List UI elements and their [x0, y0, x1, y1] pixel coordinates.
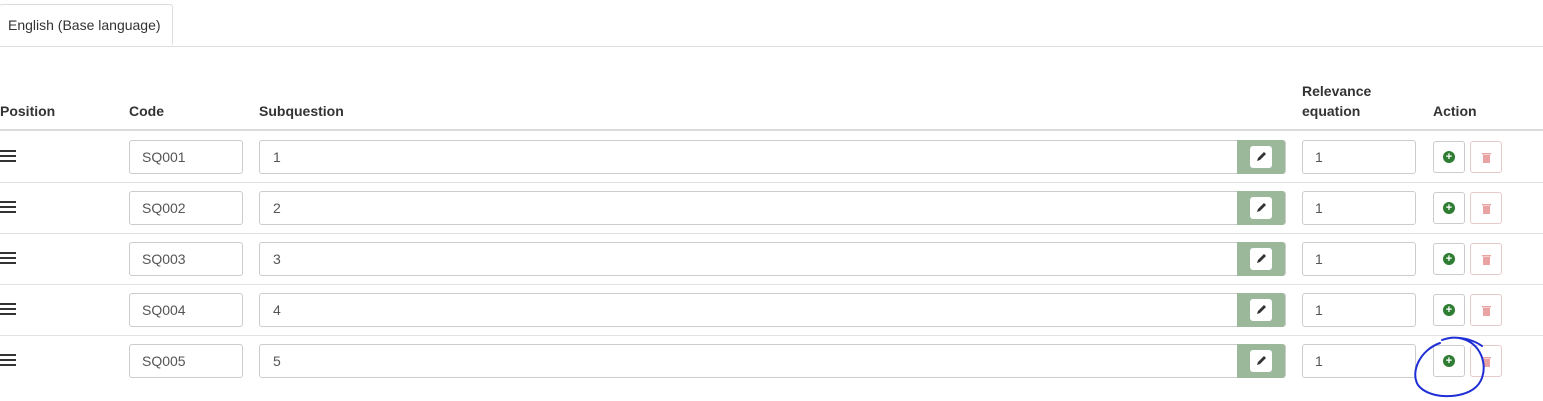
subquestion-text: 3	[273, 251, 281, 267]
add-subquestion-button[interactable]: +	[1433, 141, 1465, 173]
drag-handle-icon[interactable]	[0, 303, 16, 316]
code-input[interactable]: SQ001	[129, 140, 243, 174]
table-row: SQ005 5 1 +	[0, 335, 1543, 386]
header-subquestion: Subquestion	[259, 103, 344, 119]
add-subquestion-button[interactable]: +	[1433, 192, 1465, 224]
drag-handle-icon[interactable]	[0, 150, 16, 163]
trash-icon	[1482, 357, 1491, 367]
delete-subquestion-button[interactable]	[1470, 345, 1502, 377]
plus-circle-icon: +	[1443, 253, 1455, 265]
edit-subquestion-button[interactable]	[1237, 242, 1285, 276]
pencil-icon	[1250, 146, 1272, 168]
delete-subquestion-button[interactable]	[1470, 141, 1502, 173]
delete-subquestion-button[interactable]	[1470, 294, 1502, 326]
code-input[interactable]: SQ002	[129, 191, 243, 225]
table-row: SQ001 1 1 +	[0, 131, 1543, 183]
drag-handle-icon[interactable]	[0, 201, 16, 214]
plus-circle-icon: +	[1443, 151, 1455, 163]
subquestion-text: 4	[273, 302, 281, 318]
relevance-input[interactable]: 1	[1302, 293, 1416, 327]
drag-handle-icon[interactable]	[0, 354, 16, 367]
delete-subquestion-button[interactable]	[1470, 192, 1502, 224]
trash-icon	[1482, 306, 1491, 316]
code-input[interactable]: SQ003	[129, 242, 243, 276]
relevance-input[interactable]: 1	[1302, 140, 1416, 174]
header-relevance-line1: Relevance	[1302, 83, 1372, 99]
subquestion-input[interactable]: 3	[259, 242, 1286, 276]
table-row: SQ004 4 1 +	[0, 284, 1543, 336]
header-action: Action	[1433, 103, 1477, 119]
edit-subquestion-button[interactable]	[1237, 140, 1285, 174]
subquestion-input[interactable]: 4	[259, 293, 1286, 327]
drag-handle-icon[interactable]	[0, 252, 16, 265]
subquestion-input[interactable]: 2	[259, 191, 1286, 225]
subquestion-input[interactable]: 5	[259, 344, 1286, 378]
plus-circle-icon: +	[1443, 355, 1455, 367]
header-code: Code	[129, 103, 164, 119]
add-subquestion-button[interactable]: +	[1433, 294, 1465, 326]
trash-icon	[1482, 153, 1491, 163]
plus-circle-icon: +	[1443, 202, 1455, 214]
plus-circle-icon: +	[1443, 304, 1455, 316]
relevance-input[interactable]: 1	[1302, 242, 1416, 276]
edit-subquestion-button[interactable]	[1237, 293, 1285, 327]
subquestion-text: 1	[273, 149, 281, 165]
table-row: SQ003 3 1 +	[0, 233, 1543, 285]
code-input[interactable]: SQ004	[129, 293, 243, 327]
table-row: SQ002 2 1 +	[0, 182, 1543, 234]
header-relevance-line2: equation	[1302, 103, 1361, 119]
trash-icon	[1482, 255, 1491, 265]
add-subquestion-button[interactable]: +	[1433, 243, 1465, 275]
pencil-icon	[1250, 248, 1272, 270]
subquestion-text: 2	[273, 200, 281, 216]
pencil-icon	[1250, 299, 1272, 321]
subquestion-text: 5	[273, 353, 281, 369]
tab-english-base-language[interactable]: English (Base language)	[0, 4, 173, 45]
subquestion-input[interactable]: 1	[259, 140, 1286, 174]
language-tabbar: English (Base language)	[0, 0, 1543, 47]
edit-subquestion-button[interactable]	[1237, 191, 1285, 225]
trash-icon	[1482, 204, 1491, 214]
delete-subquestion-button[interactable]	[1470, 243, 1502, 275]
code-input[interactable]: SQ005	[129, 344, 243, 378]
pencil-icon	[1250, 197, 1272, 219]
edit-subquestion-button[interactable]	[1237, 344, 1285, 378]
add-subquestion-button[interactable]: +	[1433, 345, 1465, 377]
header-position: Position	[0, 103, 56, 119]
relevance-input[interactable]: 1	[1302, 344, 1416, 378]
pencil-icon	[1250, 350, 1272, 372]
relevance-input[interactable]: 1	[1302, 191, 1416, 225]
